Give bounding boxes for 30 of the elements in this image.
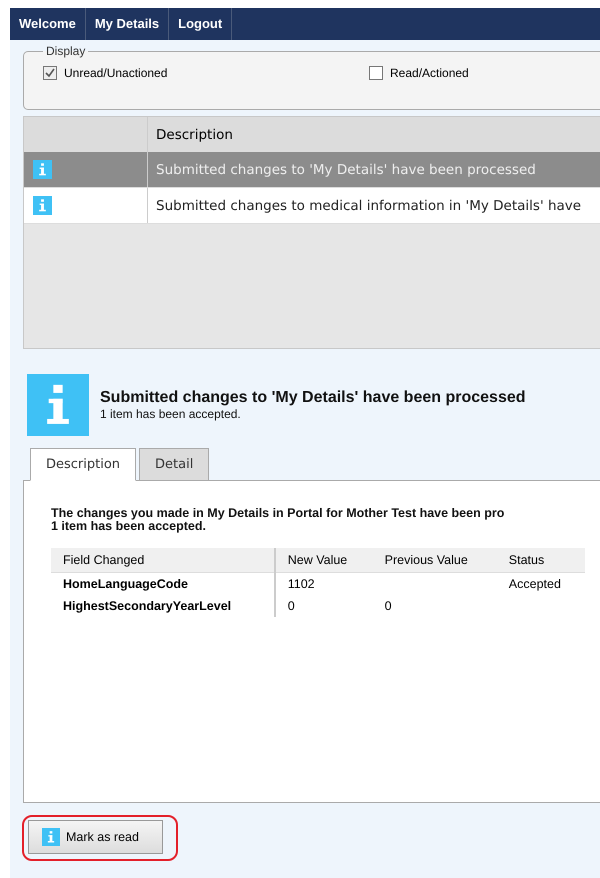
checkbox-label: Read/Actioned [390, 66, 469, 80]
message-title: Submitted changes to 'My Details' have been processed [100, 389, 526, 407]
table-cell: 0 [288, 599, 295, 613]
column-header: Previous Value [372, 548, 497, 572]
table-cell: 1102 [288, 577, 315, 591]
table-cell: Accepted [508, 577, 561, 591]
info-icon [33, 160, 52, 179]
checkbox[interactable] [369, 66, 383, 80]
message-text: Submitted changes to medical information in 'My Details' have [156, 198, 582, 214]
info-icon [42, 828, 60, 846]
table-cell: 0 [384, 599, 392, 613]
info-icon [33, 196, 52, 215]
message-body: 1 item has been accepted. [51, 520, 207, 533]
group-label: Display [45, 44, 86, 58]
checkbox-label: Unread/Unactioned [64, 66, 168, 80]
message-text: Submitted changes to 'My Details' have been processed [156, 162, 536, 178]
message-body: The changes you made in My Details in Portal for Mother Test have been pro [51, 507, 506, 520]
column-header: Field Changed [51, 548, 275, 572]
table-cell: HighestSecondaryYearLevel [63, 599, 232, 613]
mark-as-read-button[interactable]: Mark as read [28, 820, 163, 854]
table-cell: HomeLanguageCode [63, 577, 188, 591]
column-header: Status [496, 548, 585, 572]
info-icon [27, 374, 89, 436]
tab[interactable]: Description [30, 448, 136, 481]
message-subtitle: 1 item has been accepted. [100, 407, 242, 421]
message-row[interactable]: Submitted changes to medical information in 'My Details' have [24, 188, 600, 224]
tab[interactable]: Detail [139, 448, 210, 481]
checkbox[interactable] [43, 66, 57, 80]
column-header: New Value [274, 548, 373, 572]
column-header: Description [155, 126, 234, 144]
